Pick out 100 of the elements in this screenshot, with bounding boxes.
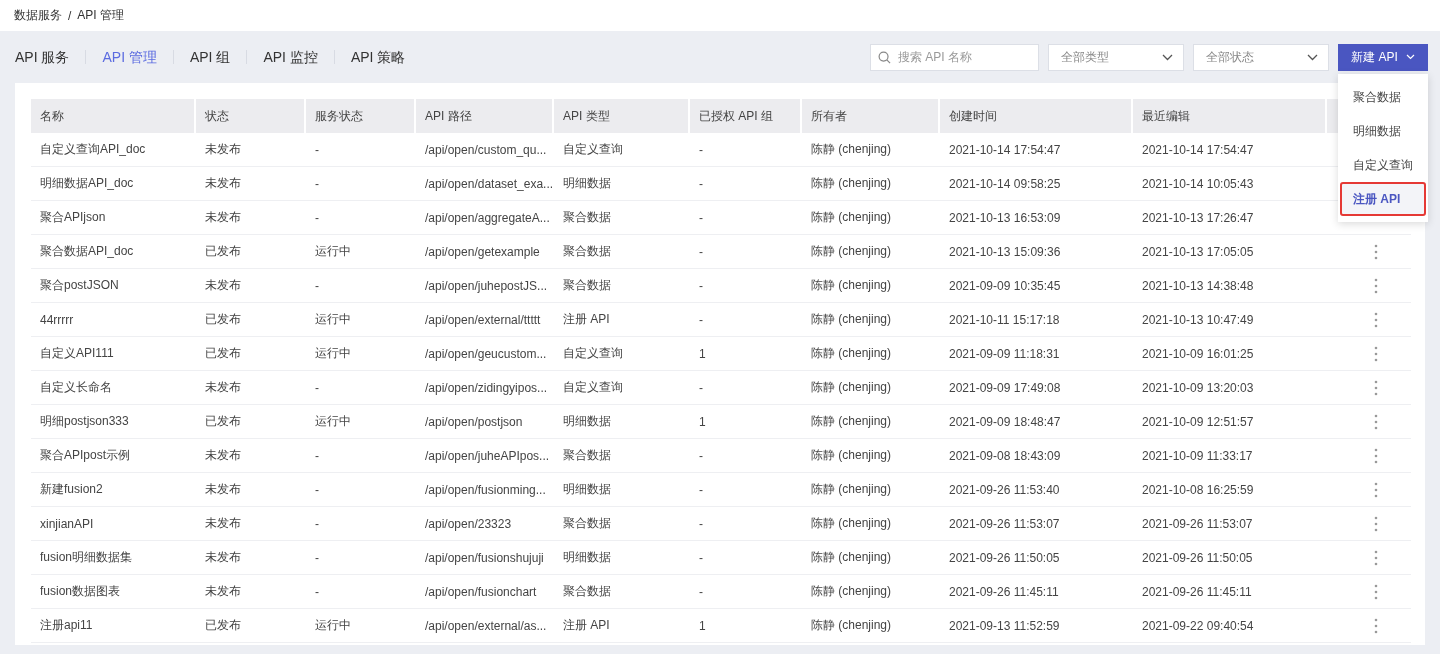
table-cell: - xyxy=(699,210,703,225)
tab[interactable]: API 管理 xyxy=(85,50,173,64)
table-cell: - xyxy=(699,142,703,157)
table-cell: 2021-09-22 09:40:54 xyxy=(1142,618,1254,633)
table-cell: 聚合数据API_doc xyxy=(40,243,134,260)
table-cell: fusion明细数据集 xyxy=(40,549,133,566)
table-cell: - xyxy=(699,244,703,259)
table-cell: /api/open/external/ttttt xyxy=(425,312,541,327)
table-cell: 明细数据 xyxy=(563,175,611,192)
table-cell: - xyxy=(699,516,703,531)
table-cell: fusion数据图表 xyxy=(40,583,121,600)
table-cell: 已发布 xyxy=(205,243,241,260)
table-cell: 已发布 xyxy=(205,311,241,328)
more-icon[interactable] xyxy=(1374,345,1378,362)
table-cell: 陈静 (chenjing) xyxy=(811,277,892,294)
table-cell: 2021-10-08 16:25:59 xyxy=(1142,482,1254,497)
table-cell: /api/open/getexample xyxy=(425,244,540,259)
table-cell: /api/open/juhepostJS... xyxy=(425,278,548,293)
table-cell: 2021-09-09 17:49:08 xyxy=(949,380,1061,395)
more-icon[interactable] xyxy=(1374,583,1378,600)
more-icon[interactable] xyxy=(1374,447,1378,464)
table-cell: 2021-10-14 17:54:47 xyxy=(949,142,1061,157)
table-cell: /api/open/23323 xyxy=(425,516,512,531)
table-cell: 注册api11 xyxy=(40,617,93,634)
breadcrumb-item[interactable]: 数据服务 xyxy=(14,7,62,24)
table-cell: - xyxy=(699,278,703,293)
table-cell: 聚合数据 xyxy=(563,515,611,532)
more-icon[interactable] xyxy=(1374,413,1378,430)
table-cell: 陈静 (chenjing) xyxy=(811,617,892,634)
table-cell: 陈静 (chenjing) xyxy=(811,515,892,532)
table-cell: 2021-10-09 12:51:57 xyxy=(1142,414,1254,429)
tab[interactable]: API 组 xyxy=(172,50,247,64)
tab[interactable]: API 策略 xyxy=(333,50,422,64)
table-cell: 注册 API xyxy=(563,617,610,634)
more-icon[interactable] xyxy=(1374,379,1378,396)
table-cell: 2021-10-09 11:33:17 xyxy=(1142,448,1253,463)
table-cell: /api/open/aggregateA... xyxy=(425,210,550,225)
table-cell: 已发布 xyxy=(205,413,241,430)
more-icon[interactable] xyxy=(1374,515,1378,532)
table-cell: 陈静 (chenjing) xyxy=(811,209,892,226)
table-cell: 2021-10-09 16:01:25 xyxy=(1142,346,1254,361)
table-cell: 运行中 xyxy=(315,413,351,430)
table-cell: - xyxy=(699,380,703,395)
table-cell: 陈静 (chenjing) xyxy=(811,379,892,396)
table-cell: - xyxy=(315,550,319,565)
tab[interactable]: API 服务 xyxy=(15,50,86,64)
table-cell: /api/open/fusionchart xyxy=(425,584,537,599)
table-cell: 2021-10-13 10:47:49 xyxy=(1142,312,1254,327)
table-cell: 2021-10-13 14:38:48 xyxy=(1142,278,1254,293)
table-cell: 聚合数据 xyxy=(563,243,611,260)
table-cell: 2021-10-13 17:05:05 xyxy=(1142,244,1254,259)
table-cell: 2021-10-14 17:54:47 xyxy=(1142,142,1254,157)
more-icon[interactable] xyxy=(1374,549,1378,566)
table-cell: 未发布 xyxy=(205,277,241,294)
filter-dropdown[interactable]: 全部状态 xyxy=(1193,43,1329,71)
search-icon xyxy=(878,50,891,64)
table-cell: /api/open/dataset_exa... xyxy=(425,176,554,191)
table-cell: 自定义查询API_doc xyxy=(40,141,146,158)
table-cell: 聚合数据 xyxy=(563,277,611,294)
table-cell: 聚合postJSON xyxy=(40,277,119,294)
table-cell: 运行中 xyxy=(315,617,351,634)
table-cell: 2021-09-09 11:18:31 xyxy=(949,346,1060,361)
table-cell: - xyxy=(699,584,703,599)
table-cell: 陈静 (chenjing) xyxy=(811,243,892,260)
table-cell: 自定义长命名 xyxy=(40,379,112,396)
more-icon[interactable] xyxy=(1374,617,1378,634)
table-cell: 陈静 (chenjing) xyxy=(811,311,892,328)
table-cell: 注册 API xyxy=(563,311,610,328)
more-icon[interactable] xyxy=(1374,481,1378,498)
filter-dropdown[interactable]: 全部类型 xyxy=(1048,43,1184,71)
table-cell: - xyxy=(699,176,703,191)
table-cell: 2021-09-26 11:45:11 xyxy=(1142,584,1252,599)
table-cell: 未发布 xyxy=(205,481,241,498)
table-cell: 2021-10-09 13:20:03 xyxy=(1142,380,1254,395)
table-cell: 未发布 xyxy=(205,209,241,226)
column-header: API 路径 xyxy=(416,99,554,133)
more-icon[interactable] xyxy=(1374,277,1378,294)
table-cell: /api/open/external/as... xyxy=(425,618,547,633)
table-cell: 陈静 (chenjing) xyxy=(811,345,892,362)
tab[interactable]: API 监控 xyxy=(246,50,334,64)
table-cell: 明细数据 xyxy=(563,481,611,498)
table-cell: - xyxy=(699,482,703,497)
search-field[interactable]: 搜索 API 名称 xyxy=(870,43,1039,71)
table-cell: 运行中 xyxy=(315,345,351,362)
new-api-button[interactable]: 新建 API xyxy=(1338,43,1428,71)
table-cell: 自定义查询 xyxy=(563,141,623,158)
table-cell: 2021-09-26 11:50:05 xyxy=(949,550,1060,565)
more-icon[interactable] xyxy=(1374,311,1378,328)
column-header: 已授权 API 组 xyxy=(690,99,802,133)
table-cell: 2021-10-14 09:58:25 xyxy=(949,176,1061,191)
table-cell: 2021-10-13 16:53:09 xyxy=(949,210,1061,225)
table-cell: 自定义查询 xyxy=(563,345,623,362)
table-cell: /api/open/fusionming... xyxy=(425,482,546,497)
table-cell: /api/open/geucustom... xyxy=(425,346,547,361)
table-cell: 自定义API111 xyxy=(40,345,114,362)
menu-item[interactable]: 注册 API xyxy=(1340,182,1426,216)
table-cell: 明细数据 xyxy=(563,413,611,430)
table-cell: 2021-09-09 10:35:45 xyxy=(949,278,1061,293)
table-cell: 运行中 xyxy=(315,243,351,260)
more-icon[interactable] xyxy=(1374,243,1378,260)
